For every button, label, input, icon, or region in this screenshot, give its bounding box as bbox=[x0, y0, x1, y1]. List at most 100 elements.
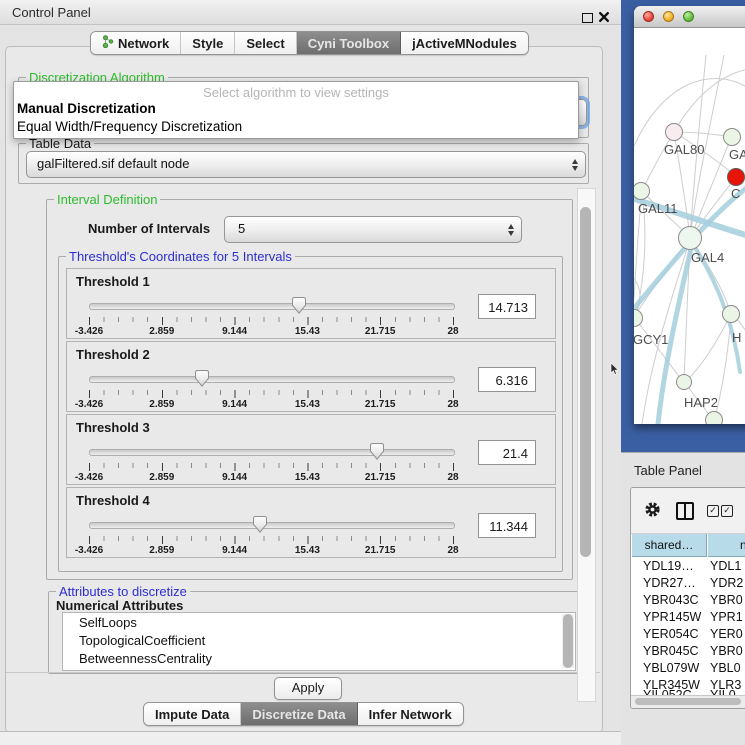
attributes-group-title: Attributes to discretize bbox=[56, 584, 190, 599]
tab-discretize-data[interactable]: Discretize Data bbox=[241, 703, 357, 725]
network-node-red-selected[interactable] bbox=[727, 168, 745, 186]
threshold-2-slider[interactable]: -3.4262.8599.14415.4321.71528 bbox=[89, 368, 453, 408]
column-header-shared-name[interactable]: shared… bbox=[632, 534, 707, 557]
threshold-1-slider-thumb[interactable] bbox=[292, 297, 306, 314]
network-node-ga[interactable] bbox=[723, 128, 741, 146]
gear-icon[interactable] bbox=[644, 501, 661, 523]
checkbox-icon[interactable]: ✓ bbox=[721, 505, 733, 517]
close-window-icon[interactable] bbox=[643, 11, 654, 22]
list-item[interactable]: BetweennessCentrality bbox=[79, 651, 212, 666]
node-label: GAL11 bbox=[638, 201, 678, 216]
tab-network[interactable]: Network bbox=[91, 32, 181, 54]
numerical-attributes-list[interactable]: SelfLoops TopologicalCoefficient Between… bbox=[62, 612, 576, 671]
threshold-4-slider[interactable]: -3.4262.8599.14415.4321.71528 bbox=[89, 514, 453, 554]
threshold-3-slider[interactable]: -3.4262.8599.14415.4321.71528 bbox=[89, 441, 453, 481]
combo-stepper-icon bbox=[508, 224, 514, 236]
divider bbox=[6, 672, 600, 673]
tab-cyni-toolbox-label: Cyni Toolbox bbox=[308, 36, 389, 51]
mouse-cursor bbox=[610, 363, 620, 381]
node-label: C bbox=[731, 186, 740, 201]
table-data-combobox[interactable]: galFiltered.sif default node bbox=[26, 151, 586, 178]
slider-track[interactable] bbox=[89, 376, 455, 383]
control-panel-titlebar: Control Panel bbox=[0, 0, 621, 25]
table-row[interactable]: YPR145WYPR1 bbox=[631, 609, 745, 626]
algorithm-option-equal-width[interactable]: Equal Width/Frequency Discretization bbox=[17, 119, 242, 134]
threshold-4-value-field[interactable]: 11.344 bbox=[478, 513, 536, 538]
threshold-3-slider-thumb[interactable] bbox=[370, 443, 384, 460]
node-label: GA bbox=[729, 147, 745, 162]
interval-definition-group-title: Interval Definition bbox=[54, 192, 160, 207]
slider-scale: -3.4262.8599.14415.4321.71528 bbox=[89, 399, 453, 411]
list-item[interactable]: TopologicalCoefficient bbox=[79, 633, 205, 648]
threshold-1-value-field[interactable]: 14.713 bbox=[478, 294, 536, 319]
minimize-window-icon[interactable] bbox=[663, 11, 674, 22]
algorithm-dropdown-popup: Select algorithm to view settings Manual… bbox=[13, 81, 579, 139]
threshold-3-panel: Threshold 3 -3.4262.8599.14415.4321.7152… bbox=[66, 414, 556, 485]
threshold-4-slider-thumb[interactable] bbox=[253, 516, 267, 533]
network-node-partial[interactable] bbox=[705, 411, 723, 424]
number-of-intervals-label: Number of Intervals bbox=[88, 221, 210, 236]
network-window-titlebar[interactable] bbox=[634, 6, 745, 28]
tab-infer-network[interactable]: Infer Network bbox=[358, 703, 463, 725]
table-row[interactable]: YBR043CYBR0 bbox=[631, 592, 745, 609]
slider-track[interactable] bbox=[89, 522, 455, 529]
slider-track[interactable] bbox=[89, 449, 455, 456]
threshold-1-label: Threshold 1 bbox=[76, 274, 150, 289]
table-horizontal-scrollbar[interactable] bbox=[631, 695, 745, 708]
float-window-icon[interactable] bbox=[582, 13, 593, 23]
network-node-gal4[interactable] bbox=[678, 226, 702, 250]
top-tab-bar: Network Style Select Cyni Toolbox jActiv… bbox=[90, 31, 529, 55]
control-panel-scrollbar[interactable] bbox=[577, 188, 596, 702]
list-scrollbar[interactable] bbox=[562, 614, 574, 668]
thresholds-group-title: Threshold's Coordinates for 5 Intervals bbox=[66, 249, 295, 264]
threshold-2-slider-thumb[interactable] bbox=[195, 370, 209, 387]
threshold-2-value-field[interactable]: 6.316 bbox=[478, 367, 536, 392]
table-row[interactable]: YDR27…YDR2 bbox=[631, 575, 745, 592]
scrollbar-thumb[interactable] bbox=[580, 207, 591, 557]
slider-scale: -3.4262.8599.14415.4321.71528 bbox=[89, 472, 453, 484]
slider-major-ticks bbox=[89, 390, 454, 398]
network-node-h[interactable] bbox=[722, 305, 740, 323]
table-row[interactable]: YER054CYER0 bbox=[631, 626, 745, 643]
algorithm-option-manual[interactable]: Manual Discretization bbox=[17, 101, 156, 116]
slider-major-ticks bbox=[89, 463, 454, 471]
table-data-value: galFiltered.sif default node bbox=[27, 152, 585, 175]
table-row[interactable]: YBL079WYBL0 bbox=[631, 660, 745, 677]
slider-major-ticks bbox=[89, 536, 454, 544]
split-columns-icon[interactable] bbox=[676, 502, 694, 520]
tab-cyni-toolbox[interactable]: Cyni Toolbox bbox=[297, 32, 401, 54]
threshold-1-panel: Threshold 1 -3.4262.8599.14415.4321.7152… bbox=[66, 268, 556, 339]
network-node-hap2[interactable] bbox=[676, 374, 692, 390]
column-header-name[interactable]: n bbox=[708, 534, 745, 557]
tab-style-label: Style bbox=[192, 36, 223, 51]
tab-jactivemnodules[interactable]: jActiveMNodules bbox=[401, 32, 528, 54]
list-item[interactable]: SelfLoops bbox=[79, 615, 137, 630]
tab-impute-data-label: Impute Data bbox=[155, 707, 229, 722]
network-node-gal80[interactable] bbox=[665, 123, 683, 141]
tab-select[interactable]: Select bbox=[235, 32, 296, 54]
close-icon[interactable] bbox=[598, 10, 610, 28]
node-label: HAP2 bbox=[684, 395, 718, 410]
tab-style[interactable]: Style bbox=[181, 32, 235, 54]
table-row[interactable]: YDL19…YDL1 bbox=[631, 558, 745, 575]
threshold-1-slider[interactable]: -3.4262.8599.14415.4321.71528 bbox=[89, 295, 453, 335]
scrollbar-thumb[interactable] bbox=[635, 698, 741, 705]
node-label: GAL80 bbox=[664, 142, 704, 157]
apply-button[interactable]: Apply bbox=[274, 677, 342, 700]
bottom-tab-bar: Impute Data Discretize Data Infer Networ… bbox=[143, 702, 464, 726]
slider-track[interactable] bbox=[89, 303, 455, 310]
tab-discretize-data-label: Discretize Data bbox=[252, 707, 345, 722]
control-panel-title: Control Panel bbox=[12, 5, 91, 20]
checkbox-icon[interactable]: ✓ bbox=[707, 505, 719, 517]
table-row[interactable]: YBR045CYBR0 bbox=[631, 643, 745, 660]
threshold-2-label: Threshold 2 bbox=[76, 347, 150, 362]
combo-stepper-icon bbox=[572, 159, 578, 171]
zoom-window-icon[interactable] bbox=[683, 11, 694, 22]
tab-impute-data[interactable]: Impute Data bbox=[144, 703, 241, 725]
numerical-attributes-label: Numerical Attributes bbox=[56, 598, 183, 613]
network-canvas[interactable]: GAL80 GA C GAL11 GAL4 GCY1 H HAP2 bbox=[634, 28, 745, 424]
threshold-3-value-field[interactable]: 21.4 bbox=[478, 440, 536, 465]
tab-network-label: Network bbox=[118, 36, 169, 51]
number-of-intervals-combobox[interactable]: 5 bbox=[224, 216, 522, 243]
table-panel-title: Table Panel bbox=[634, 463, 702, 478]
